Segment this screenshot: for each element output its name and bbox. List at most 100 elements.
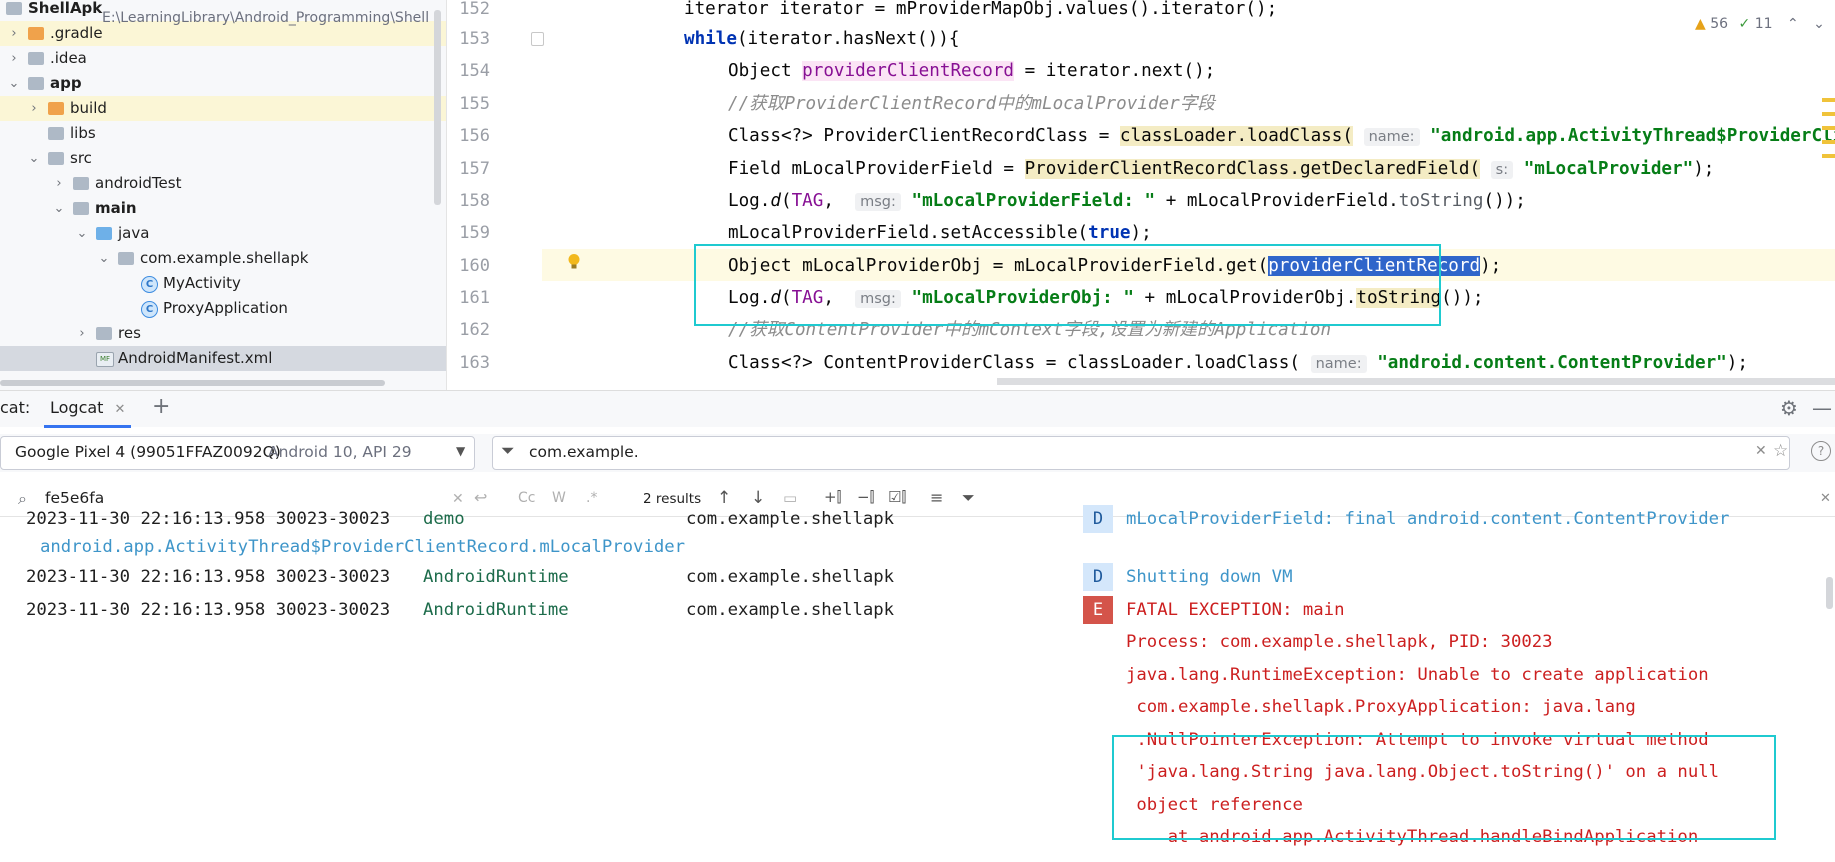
project-path: E:\LearningLibrary\Android_Programming\S…: [102, 10, 430, 26]
tree-item[interactable]: › res: [0, 321, 446, 346]
chevron-right-icon[interactable]: ›: [8, 46, 20, 71]
filter-field[interactable]: ⏷ com.example. ✕ ☆: [492, 436, 1790, 470]
help-icon[interactable]: ?: [1811, 441, 1831, 461]
folder-icon: [48, 152, 64, 165]
favorite-icon[interactable]: ☆: [1773, 441, 1788, 461]
warning-count: 56: [1710, 16, 1729, 32]
code-line-156[interactable]: Class<?> ProviderClientRecordClass = cla…: [728, 120, 1835, 152]
tree-item-label: MyActivity: [163, 274, 241, 292]
log-tag: AndroidRuntime: [423, 600, 569, 620]
chevron-down-icon[interactable]: ⌄: [53, 196, 65, 221]
chevron-right-icon[interactable]: ›: [53, 171, 65, 196]
add-tab-icon[interactable]: +: [152, 394, 170, 419]
tree-item-label: libs: [70, 124, 96, 142]
code-line-152[interactable]: iterator iterator = mProviderMapObj.valu…: [684, 0, 1277, 25]
folder-icon: [73, 202, 89, 215]
code-line-157[interactable]: Field mLocalProviderField = ProviderClie…: [728, 153, 1714, 185]
device-name: Google Pixel 4 (99051FFAZ0092Q): [15, 443, 281, 461]
log-timestamp: 2023-11-30 22:16:13.958 30023-30023: [26, 509, 391, 529]
tree-vertical-scrollbar[interactable]: [434, 10, 441, 205]
words-toggle[interactable]: W: [552, 490, 566, 506]
code-line-154[interactable]: Object providerClientRecord = iterator.n…: [728, 55, 1215, 87]
tree-item[interactable]: libs: [0, 121, 446, 146]
tree-item[interactable]: › build: [0, 96, 446, 121]
code-line-155-comment[interactable]: //获取ProviderClientRecord中的mLocalProvider…: [728, 88, 1215, 120]
line-number: 162: [459, 320, 490, 340]
warning-icon: ▲: [1695, 16, 1706, 32]
line-number: 154: [459, 61, 490, 81]
device-selector[interactable]: Google Pixel 4 (99051FFAZ0092Q) Android …: [0, 436, 475, 470]
tree-item[interactable]: ⌄ java: [0, 221, 446, 246]
close-search-icon[interactable]: ✕: [1820, 491, 1831, 506]
clear-icon[interactable]: ✕: [1755, 443, 1767, 459]
folder-icon: [28, 52, 44, 65]
log-error-line: Process: com.example.shellapk, PID: 3002…: [1126, 632, 1553, 652]
tree-item-label: build: [70, 99, 107, 117]
filter-input[interactable]: com.example.: [529, 443, 639, 461]
tree-item[interactable]: › .idea: [0, 46, 446, 71]
lightbulb-icon[interactable]: [567, 253, 581, 270]
code-line-163[interactable]: Class<?> ContentProviderClass = classLoa…: [728, 347, 1748, 379]
highlight-box-editor: [694, 244, 1441, 326]
tree-item[interactable]: ⌄ com.example.shellapk: [0, 246, 446, 271]
chevron-down-icon: ▼: [456, 444, 466, 458]
tree-item[interactable]: ⌄ app: [0, 71, 446, 96]
tree-item-label: androidTest: [95, 174, 182, 192]
replace-icon[interactable]: ↩: [474, 488, 487, 507]
log-timestamp: 2023-11-30 22:16:13.958 30023-30023: [26, 567, 391, 587]
logcat-vertical-scrollbar[interactable]: [1826, 577, 1833, 609]
tree-item-label: .idea: [50, 49, 87, 67]
code-line-153[interactable]: while(iterator.hasNext()){: [684, 23, 959, 55]
chevron-right-icon[interactable]: ›: [28, 96, 40, 121]
chevron-right-icon[interactable]: ›: [8, 21, 20, 46]
tree-horizontal-scrollbar[interactable]: [0, 380, 385, 386]
tree-item-label: java: [118, 224, 150, 242]
minimize-icon[interactable]: —: [1812, 396, 1832, 420]
highlight-box-logcat: [1112, 735, 1776, 840]
regex-toggle[interactable]: .*: [586, 490, 597, 506]
check-count: 11: [1754, 16, 1773, 32]
logcat-filter-row: Google Pixel 4 (99051FFAZ0092Q) Android …: [0, 434, 1835, 472]
tree-item[interactable]: ⌄ src: [0, 146, 446, 171]
logcat-output[interactable]: 2023-11-30 22:16:13.958 30023-30023 demo c…: [0, 505, 1835, 862]
log-tag: AndroidRuntime: [423, 567, 569, 587]
funnel-icon[interactable]: ⏷: [962, 488, 975, 508]
log-message: Shutting down VM: [1126, 567, 1293, 587]
editor-horizontal-scrollbar[interactable]: [997, 378, 1835, 385]
match-case-toggle[interactable]: Cc: [518, 490, 535, 506]
bookmark-fold-icon[interactable]: [531, 32, 544, 46]
log-package: com.example.shellapk: [686, 567, 895, 587]
close-icon[interactable]: ✕: [115, 402, 126, 417]
tree-item-label: com.example.shellapk: [140, 249, 309, 267]
gear-icon[interactable]: ⚙: [1780, 396, 1798, 420]
chevron-down-icon[interactable]: ⌄: [1813, 16, 1825, 32]
chevron-down-icon[interactable]: ⌄: [8, 71, 20, 96]
log-message: FATAL EXCEPTION: main: [1126, 600, 1345, 620]
inspections-widget[interactable]: ▲ 56 ✓ 11 ⌃ ⌄: [1695, 16, 1825, 32]
tree-item-label: app: [50, 74, 82, 92]
chevron-down-icon[interactable]: ⌄: [28, 146, 40, 171]
project-tree: ShellApk › .gradle › .idea ⌄ app › build libs ⌄ src…: [0, 0, 447, 390]
tree-item[interactable]: › androidTest: [0, 171, 446, 196]
param-hint-s: s:: [1490, 161, 1514, 179]
check-icon: ✓: [1738, 16, 1751, 32]
tree-item[interactable]: ⌄ main: [0, 196, 446, 221]
chevron-down-icon[interactable]: ⌄: [98, 246, 110, 271]
log-error-line: com.example.shellapk.ProxyApplication: j…: [1126, 697, 1636, 717]
tree-item-label: .gradle: [50, 24, 103, 42]
tree-item[interactable]: C MyActivity: [0, 271, 446, 296]
tree-item[interactable]: MF AndroidManifest.xml: [0, 346, 446, 371]
chevron-up-icon[interactable]: ⌃: [1787, 16, 1799, 32]
tab-logcat[interactable]: Logcat ✕: [44, 391, 132, 428]
code-line-158[interactable]: Log.d(TAG, msg: "mLocalProviderField: " …: [728, 185, 1526, 217]
folder-orange-icon: [28, 27, 44, 40]
chevron-down-icon[interactable]: ⌄: [76, 221, 88, 246]
error-stripe[interactable]: [1822, 88, 1835, 218]
filter-lines-icon[interactable]: ≡: [930, 488, 943, 507]
param-hint-msg: msg:: [855, 193, 901, 211]
module-icon: [28, 77, 44, 90]
code-editor[interactable]: 152 153 154 155 156 157 158 159 160 161 162 163 ite…: [447, 0, 1835, 390]
chevron-right-icon[interactable]: ›: [76, 321, 88, 346]
device-api: Android 10, API 29: [268, 443, 412, 461]
tree-item[interactable]: C ProxyApplication: [0, 296, 446, 321]
